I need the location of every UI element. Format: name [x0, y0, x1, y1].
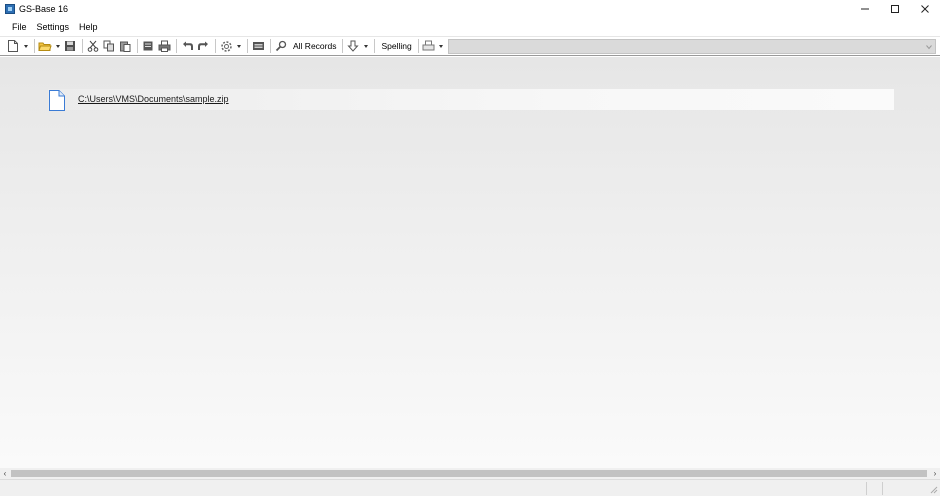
settings-button[interactable]	[219, 38, 233, 54]
toolbar-separator	[270, 39, 271, 53]
filter-button[interactable]	[274, 38, 288, 54]
toolbar-separator	[215, 39, 216, 53]
all-records-button[interactable]: All Records	[290, 41, 339, 51]
cut-button[interactable]	[86, 38, 100, 54]
sort-button[interactable]	[346, 38, 360, 54]
menu-bar: File Settings Help	[0, 18, 940, 36]
window-title: GS-Base 16	[19, 4, 69, 14]
spelling-button[interactable]: Spelling	[378, 41, 414, 51]
menu-settings[interactable]: Settings	[32, 18, 75, 36]
close-icon	[921, 5, 929, 13]
open-dropdown[interactable]	[54, 45, 61, 48]
toolbar-separator	[342, 39, 344, 53]
form-view-button[interactable]	[141, 38, 155, 54]
undo-button[interactable]	[180, 38, 194, 54]
toolbar-separator	[417, 39, 419, 53]
form-icon	[143, 41, 153, 51]
paste-icon	[120, 41, 131, 52]
new-button[interactable]	[6, 38, 20, 54]
open-folder-icon	[38, 42, 52, 51]
cut-icon	[87, 40, 99, 52]
print-dropdown[interactable]	[438, 45, 445, 48]
print-icon	[158, 40, 170, 52]
maximize-button[interactable]	[880, 0, 910, 18]
new-document-icon	[8, 40, 18, 52]
start-page: C:\Users\VMS\Documents\sample.zip	[0, 57, 940, 468]
resize-grip-icon[interactable]	[930, 486, 938, 494]
print-button[interactable]	[157, 38, 171, 54]
status-pane-divider	[866, 482, 867, 495]
copy-icon	[103, 40, 114, 52]
scroll-right-button[interactable]: ›	[930, 468, 940, 479]
settings-dropdown[interactable]	[235, 45, 242, 48]
open-button[interactable]	[38, 38, 52, 54]
toolbar-separator	[176, 39, 177, 53]
toolbar-separator	[34, 39, 35, 53]
save-button[interactable]	[63, 38, 77, 54]
toolbar-separator	[82, 39, 83, 53]
printer-icon	[422, 40, 435, 51]
record-view-button[interactable]	[251, 38, 265, 54]
maximize-icon	[891, 5, 899, 13]
toolbar-separator	[374, 39, 376, 53]
app-icon	[5, 4, 15, 14]
close-button[interactable]	[910, 0, 940, 18]
minimize-icon	[861, 8, 869, 10]
paste-button[interactable]	[118, 38, 132, 54]
status-pane-divider	[882, 482, 883, 495]
keyboard-icon	[252, 42, 264, 50]
horizontal-scrollbar[interactable]: ‹ ›	[0, 468, 940, 479]
recent-file-link[interactable]: C:\Users\VMS\Documents\sample.zip	[78, 94, 229, 104]
menu-help[interactable]: Help	[74, 18, 103, 36]
scrollbar-thumb[interactable]	[11, 470, 927, 477]
toolbar: All Records Spelling	[0, 36, 940, 56]
redo-button[interactable]	[196, 38, 210, 54]
print-preview-button[interactable]	[422, 38, 436, 54]
title-bar: GS-Base 16	[0, 0, 940, 18]
search-icon	[275, 40, 287, 52]
formula-combo[interactable]	[448, 39, 936, 54]
gear-icon	[220, 40, 232, 52]
arrow-down-icon	[347, 40, 360, 52]
copy-button[interactable]	[102, 38, 116, 54]
save-icon	[65, 41, 75, 51]
menu-file[interactable]: File	[7, 18, 32, 36]
sort-dropdown[interactable]	[362, 45, 369, 48]
toolbar-separator	[247, 39, 248, 53]
scroll-left-button[interactable]: ‹	[0, 468, 10, 479]
file-icon	[49, 90, 65, 111]
recent-file-item[interactable]: C:\Users\VMS\Documents\sample.zip	[48, 89, 894, 111]
redo-icon	[197, 41, 208, 50]
undo-icon	[182, 41, 193, 50]
minimize-button[interactable]	[850, 0, 880, 18]
window-controls	[850, 0, 940, 18]
toolbar-separator	[137, 39, 138, 53]
chevron-down-icon	[926, 45, 932, 50]
status-bar	[0, 479, 940, 496]
new-dropdown[interactable]	[22, 45, 29, 48]
